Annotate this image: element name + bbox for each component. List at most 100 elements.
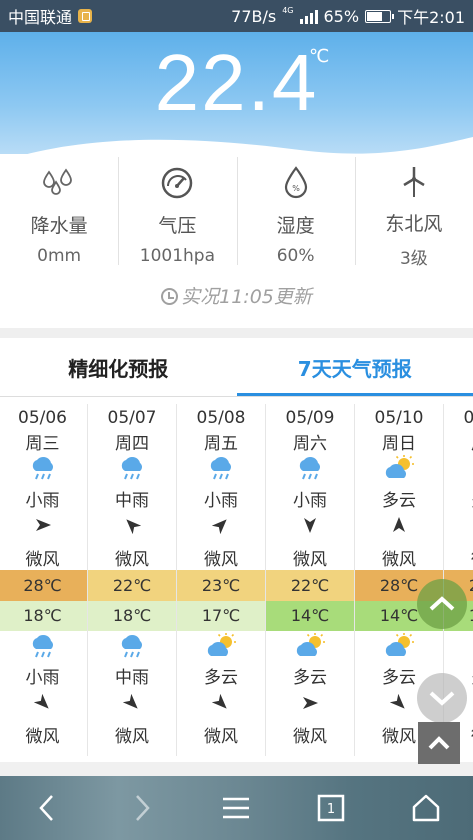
chevron-down-icon	[429, 691, 455, 706]
day-wind: 微风	[115, 550, 149, 570]
forecast-weekday: 周日	[382, 434, 416, 454]
raindrops-icon	[42, 161, 76, 205]
forecast-date: 05/11	[463, 408, 473, 428]
partly-cloudy-icon	[355, 633, 443, 659]
partly-cloudy-icon	[444, 633, 473, 659]
forecast-day-column: 05/09 周六 小雨 微风 22℃ 14℃ 多云 微风	[265, 404, 354, 756]
day-wind: 微风	[444, 545, 473, 570]
app-root: 中国联通 77B/s 4G 65% 下午2:01 22.4 ℃ 降水量 0mm …	[0, 0, 473, 840]
rain-cloud-icon	[0, 633, 87, 659]
day-condition: 中雨	[115, 491, 149, 511]
wind-turbine-icon	[400, 161, 428, 203]
forecast-date: 05/09	[285, 408, 335, 428]
stat-wind: 东北风 3级	[354, 157, 473, 269]
chevron-left-icon	[39, 795, 54, 821]
high-temp: 28℃	[0, 570, 87, 601]
high-temp: 22℃	[88, 570, 176, 601]
temperature-unit: ℃	[309, 46, 330, 67]
tabs-divider	[0, 396, 473, 397]
tabs-count-icon: 1	[317, 794, 345, 822]
day-wind: 微风	[382, 550, 416, 570]
chevron-up-icon	[429, 596, 455, 611]
update-text: 实况11:05更新	[181, 286, 312, 308]
battery-percent: 65%	[323, 6, 360, 26]
wind-direction-arrow-icon	[266, 694, 354, 716]
section-divider	[0, 328, 473, 338]
rain-cloud-icon	[88, 455, 176, 481]
humidity-drop-icon: %	[283, 161, 309, 205]
sim-card-icon	[78, 9, 93, 23]
tab-count: 1	[327, 802, 335, 817]
forecast-day-column: 05/07 周四 中雨 微风 22℃ 18℃ 中雨 微风	[87, 404, 176, 756]
tabs-button[interactable]: 1	[284, 776, 379, 840]
stat-label: 降水量	[30, 215, 88, 237]
night-condition: 中雨	[115, 668, 149, 688]
back-to-top-button[interactable]	[418, 722, 460, 764]
low-temp: 17℃	[177, 601, 265, 631]
night-wind: 微风	[115, 727, 149, 747]
rain-cloud-icon	[88, 633, 176, 659]
day-condition: 小雨	[293, 491, 327, 511]
forecast-day-column: 05/08 周五 小雨 微风 23℃ 17℃ 多云 微风	[176, 404, 265, 756]
day-wind: 微风	[204, 550, 238, 570]
back-button[interactable]	[0, 776, 95, 840]
network-speed: 77B/s	[231, 6, 277, 26]
svg-text:%: %	[292, 184, 300, 193]
night-condition: 小雨	[25, 668, 60, 688]
stat-humidity: % 湿度 60%	[236, 157, 355, 269]
low-temp: 18℃	[0, 601, 87, 631]
scroll-down-button[interactable]	[417, 673, 467, 723]
caret-up-icon	[428, 736, 450, 750]
stat-value: 3级	[399, 249, 428, 269]
stat-precipitation: 降水量 0mm	[0, 157, 118, 269]
high-temp: 23℃	[177, 570, 265, 601]
forecast-date: 05/10	[374, 408, 424, 428]
night-wind: 微风	[293, 727, 327, 747]
chevron-right-icon	[135, 795, 150, 821]
forecast-grid: 05/06 周三 小雨 微风 28℃ 18℃ 小雨 微风 05/07 周四 中雨 微风 22℃ 18℃ 中雨…	[0, 404, 473, 760]
low-temp: 14℃	[266, 601, 354, 631]
partly-cloudy-icon	[177, 633, 265, 659]
home-icon	[412, 794, 439, 822]
rain-cloud-icon	[0, 455, 87, 481]
high-temp: 22℃	[266, 570, 354, 601]
night-condition: 多云	[293, 668, 327, 688]
forecast-date: 05/06	[18, 408, 67, 428]
bottom-divider	[0, 762, 473, 776]
wind-direction-arrow-icon	[88, 694, 176, 716]
forecast-weekday: 周六	[293, 434, 327, 454]
stat-value: 1001hpa	[139, 246, 215, 266]
wind-direction-arrow-icon	[355, 516, 443, 538]
forecast-weekday: 周三	[25, 434, 60, 454]
night-wind: 微风	[204, 727, 238, 747]
current-weather-header: 22.4 ℃	[0, 32, 473, 192]
tab-detailed-forecast[interactable]: 精细化预报	[0, 338, 237, 396]
carrier-name: 中国联通	[8, 8, 73, 27]
stat-value: 60%	[276, 246, 315, 266]
stat-pressure: 气压 1001hpa	[118, 157, 236, 269]
night-condition: 多云	[204, 668, 238, 688]
battery-icon	[365, 9, 395, 23]
clock-time: 下午2:01	[397, 8, 465, 27]
forecast-day-column: 05/06 周三 小雨 微风 28℃ 18℃ 小雨 微风	[0, 404, 87, 756]
menu-button[interactable]	[189, 776, 284, 840]
home-button[interactable]	[378, 776, 473, 840]
night-wind: 微风	[25, 727, 60, 747]
forward-button[interactable]	[95, 776, 190, 840]
wind-direction-arrow-icon	[0, 516, 87, 538]
scroll-up-button[interactable]	[417, 579, 467, 629]
forecast-weekday: 周一	[444, 429, 473, 454]
rain-cloud-icon	[177, 455, 265, 481]
day-condition: 小雨	[204, 491, 238, 511]
wind-direction-arrow-icon	[177, 694, 265, 716]
tab-7day-forecast[interactable]: 7天天气预报	[236, 338, 473, 396]
network-type: 4G	[282, 5, 294, 15]
day-wind: 微风	[25, 550, 60, 570]
day-wind: 微风	[293, 550, 327, 570]
forecast-date: 05/08	[196, 408, 246, 428]
partly-cloudy-icon	[444, 455, 473, 481]
wind-direction-arrow-icon	[177, 516, 265, 538]
wind-direction-arrow-icon	[88, 516, 176, 538]
stat-label: 湿度	[276, 215, 315, 237]
day-condition: 多云	[382, 491, 416, 511]
